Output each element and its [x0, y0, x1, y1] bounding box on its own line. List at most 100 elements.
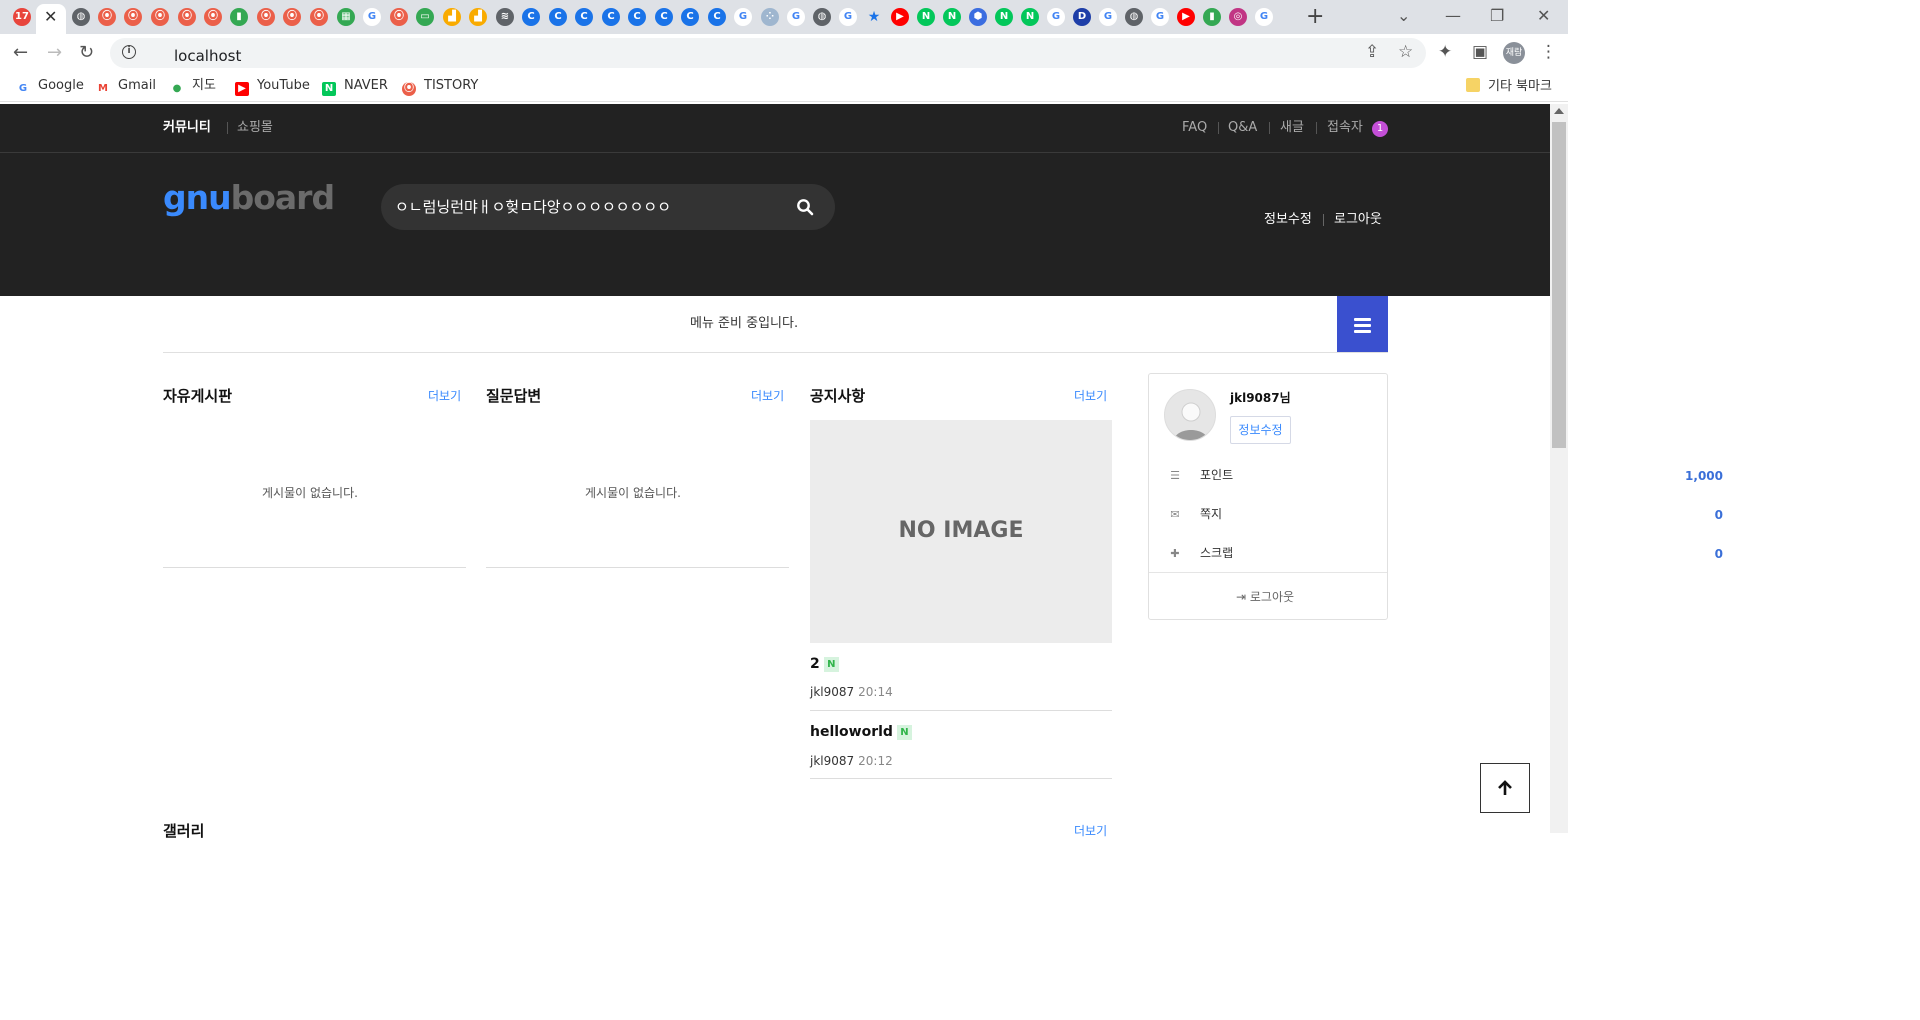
- globe-icon[interactable]: ◍: [72, 8, 90, 26]
- maximize-icon[interactable]: ❐: [1490, 6, 1504, 26]
- side-panel-icon[interactable]: ▣: [1472, 42, 1488, 62]
- profile-avatar[interactable]: 재람: [1503, 42, 1525, 64]
- points-label[interactable]: 포인트: [1200, 467, 1233, 483]
- bookmark-지도[interactable]: ● 지도: [170, 78, 216, 96]
- youtube-icon[interactable]: ▶: [1177, 8, 1195, 26]
- google-icon[interactable]: G: [787, 8, 805, 26]
- tistory-icon[interactable]: ⦿: [178, 8, 196, 26]
- google-icon[interactable]: G: [1047, 8, 1065, 26]
- menu-kebab-icon[interactable]: ⋮: [1540, 42, 1557, 62]
- google-icon[interactable]: G: [1255, 8, 1273, 26]
- logout-link[interactable]: 로그아웃: [1334, 212, 1382, 228]
- c-icon[interactable]: C: [655, 8, 673, 26]
- community-link[interactable]: 커뮤니티: [163, 120, 211, 136]
- c-icon[interactable]: C: [708, 8, 726, 26]
- points-value[interactable]: 1,000: [1685, 468, 1723, 484]
- bookmark-star-icon[interactable]: ☆: [1398, 42, 1413, 62]
- faq-link[interactable]: FAQ: [1182, 120, 1207, 136]
- shop-link[interactable]: 쇼핑몰: [237, 120, 273, 136]
- close-tab-icon[interactable]: ✕: [44, 7, 57, 27]
- tistory-icon[interactable]: ⦿: [390, 8, 408, 26]
- c-icon[interactable]: C: [681, 8, 699, 26]
- globe-icon[interactable]: ◍: [1125, 8, 1143, 26]
- sheets-icon[interactable]: ▦: [337, 8, 355, 26]
- bookmark-naver[interactable]: N NAVER: [322, 78, 388, 96]
- messages-value[interactable]: 0: [1715, 507, 1723, 523]
- free-board-more-link[interactable]: 더보기: [428, 389, 461, 403]
- bookmark-google[interactable]: G Google: [16, 78, 84, 96]
- c-icon[interactable]: C: [602, 8, 620, 26]
- c-icon[interactable]: C: [575, 8, 593, 26]
- wifi-icon[interactable]: ≋: [496, 8, 514, 26]
- back-to-top-button[interactable]: [1480, 763, 1530, 813]
- tistory-icon[interactable]: ⦿: [98, 8, 116, 26]
- analytics-icon[interactable]: ▟: [469, 8, 487, 26]
- minimize-icon[interactable]: —: [1445, 6, 1461, 26]
- google-icon[interactable]: G: [734, 8, 752, 26]
- calendar-icon[interactable]: 17: [13, 8, 31, 26]
- visitors-link[interactable]: 접속자: [1327, 120, 1363, 136]
- edit-profile-button[interactable]: 정보수정: [1230, 416, 1291, 444]
- scrollbar-thumb[interactable]: [1552, 122, 1566, 448]
- scrap-value[interactable]: 0: [1715, 546, 1723, 562]
- c-icon[interactable]: C: [522, 8, 540, 26]
- naver-icon[interactable]: N: [917, 8, 935, 26]
- messages-label[interactable]: 쪽지: [1200, 506, 1222, 522]
- naver-icon[interactable]: N: [995, 8, 1013, 26]
- tistory-icon[interactable]: ⦿: [151, 8, 169, 26]
- google-icon[interactable]: G: [363, 8, 381, 26]
- notice-post-title[interactable]: 2N: [810, 655, 839, 673]
- tistory-icon[interactable]: ⦿: [310, 8, 328, 26]
- maps-icon[interactable]: ▮: [230, 8, 248, 26]
- hamburger-menu-button[interactable]: [1337, 296, 1388, 352]
- window-close-icon[interactable]: ✕: [1537, 6, 1550, 26]
- tistory-icon[interactable]: ⦿: [204, 8, 222, 26]
- tab-search-icon[interactable]: ⌄: [1397, 6, 1410, 26]
- bookmark-gmail[interactable]: M Gmail: [96, 78, 156, 96]
- google-icon[interactable]: G: [839, 8, 857, 26]
- edit-profile-link[interactable]: 정보수정: [1264, 212, 1312, 228]
- qa-board-more-link[interactable]: 더보기: [751, 389, 784, 403]
- search-input[interactable]: ㅇㄴ럼닝런먀ㅐㅇ헞ㅁ다앙ㅇㅇㅇㅇㅇㅇㅇㅇ: [395, 197, 671, 217]
- tistory-icon[interactable]: ⦿: [283, 8, 301, 26]
- card-logout-link[interactable]: ⇥ 로그아웃: [1236, 589, 1294, 605]
- naver-icon[interactable]: N: [943, 8, 961, 26]
- monitor-icon[interactable]: ▭: [416, 8, 434, 26]
- google-icon[interactable]: G: [1099, 8, 1117, 26]
- youtube-icon[interactable]: ▶: [891, 8, 909, 26]
- gallery-board-title[interactable]: 갤러리: [163, 821, 204, 841]
- notice-board-more-link[interactable]: 더보기: [1074, 389, 1107, 403]
- search-box[interactable]: ㅇㄴ럼닝런먀ㅐㅇ헞ㅁ다앙ㅇㅇㅇㅇㅇㅇㅇㅇ: [381, 184, 835, 230]
- notice-thumbnail[interactable]: NO IMAGE: [810, 420, 1112, 643]
- new-posts-link[interactable]: 새글: [1280, 120, 1304, 136]
- scroll-up-arrow[interactable]: [1554, 108, 1564, 114]
- notice-board-title[interactable]: 공지사항: [810, 386, 865, 406]
- free-board-title[interactable]: 자유게시판: [163, 386, 232, 406]
- star-icon[interactable]: ★: [865, 8, 883, 26]
- qa-link[interactable]: Q&A: [1228, 120, 1257, 136]
- hexagon-icon[interactable]: ⬢: [969, 8, 987, 26]
- analytics-icon[interactable]: ▟: [443, 8, 461, 26]
- qa-board-title[interactable]: 질문답변: [486, 386, 541, 406]
- instagram-icon[interactable]: ◎: [1229, 8, 1247, 26]
- maps-icon[interactable]: ▮: [1203, 8, 1221, 26]
- c-icon[interactable]: C: [549, 8, 567, 26]
- c-icon[interactable]: C: [628, 8, 646, 26]
- extensions-icon[interactable]: ✦: [1438, 42, 1452, 62]
- naver-icon[interactable]: N: [1021, 8, 1039, 26]
- dots-icon[interactable]: ⁘: [761, 8, 779, 26]
- new-tab-icon[interactable]: +: [1306, 4, 1324, 30]
- search-icon[interactable]: [796, 198, 814, 216]
- scrap-label[interactable]: 스크랩: [1200, 545, 1233, 561]
- tistory-icon[interactable]: ⦿: [124, 8, 142, 26]
- site-info-icon[interactable]: i: [122, 45, 136, 59]
- d-icon[interactable]: D: [1073, 8, 1091, 26]
- address-bar[interactable]: localhost: [110, 38, 1426, 68]
- share-icon[interactable]: ⇪: [1365, 42, 1379, 62]
- reload-icon[interactable]: ↻: [79, 43, 94, 63]
- back-icon[interactable]: ←: [13, 43, 28, 63]
- google-icon[interactable]: G: [1151, 8, 1169, 26]
- notice-post-title[interactable]: helloworld N: [810, 723, 912, 741]
- forward-icon[interactable]: →: [47, 43, 62, 63]
- gallery-board-more-link[interactable]: 더보기: [1074, 824, 1107, 838]
